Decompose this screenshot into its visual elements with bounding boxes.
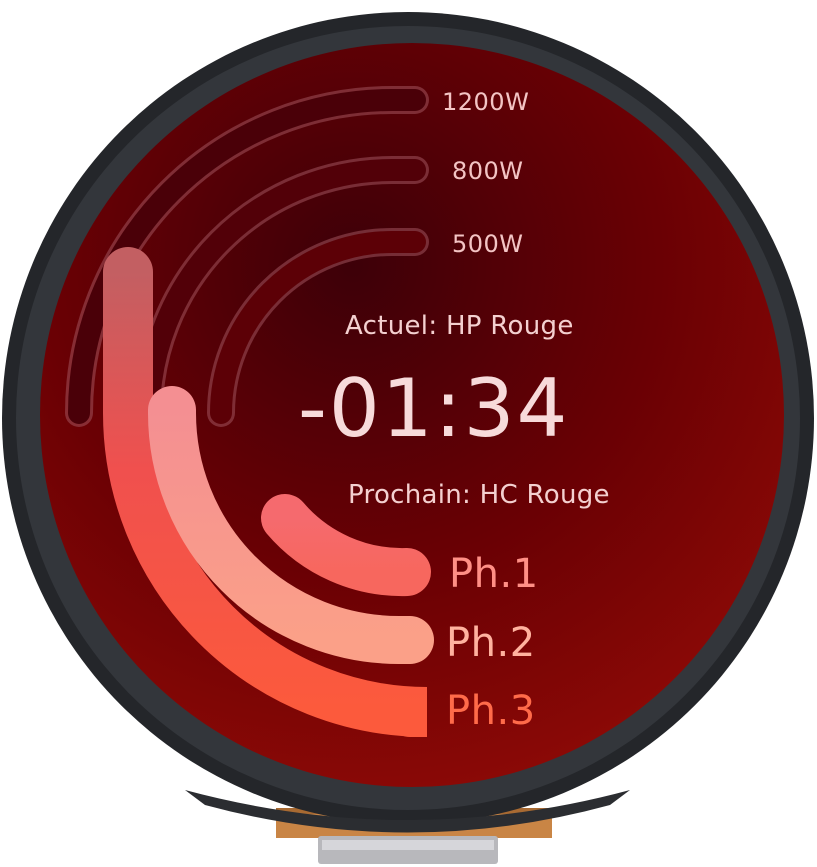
scale-label-500w: 500W [452,230,524,258]
phase-3-label: Ph.3 [446,688,536,734]
countdown-timer: -01:34 [298,362,570,455]
phase-1-label: Ph.1 [449,551,539,597]
phase-2-label: Ph.2 [446,620,536,666]
round-display-device: 1200W 800W 500W Actuel: HP Rouge -01:34 … [0,0,817,867]
scale-label-1200w: 1200W [442,88,530,116]
current-tariff-label: Actuel: HP Rouge [345,311,574,341]
next-tariff-label: Prochain: HC Rouge [348,480,610,510]
scale-label-800w: 800W [452,157,524,185]
